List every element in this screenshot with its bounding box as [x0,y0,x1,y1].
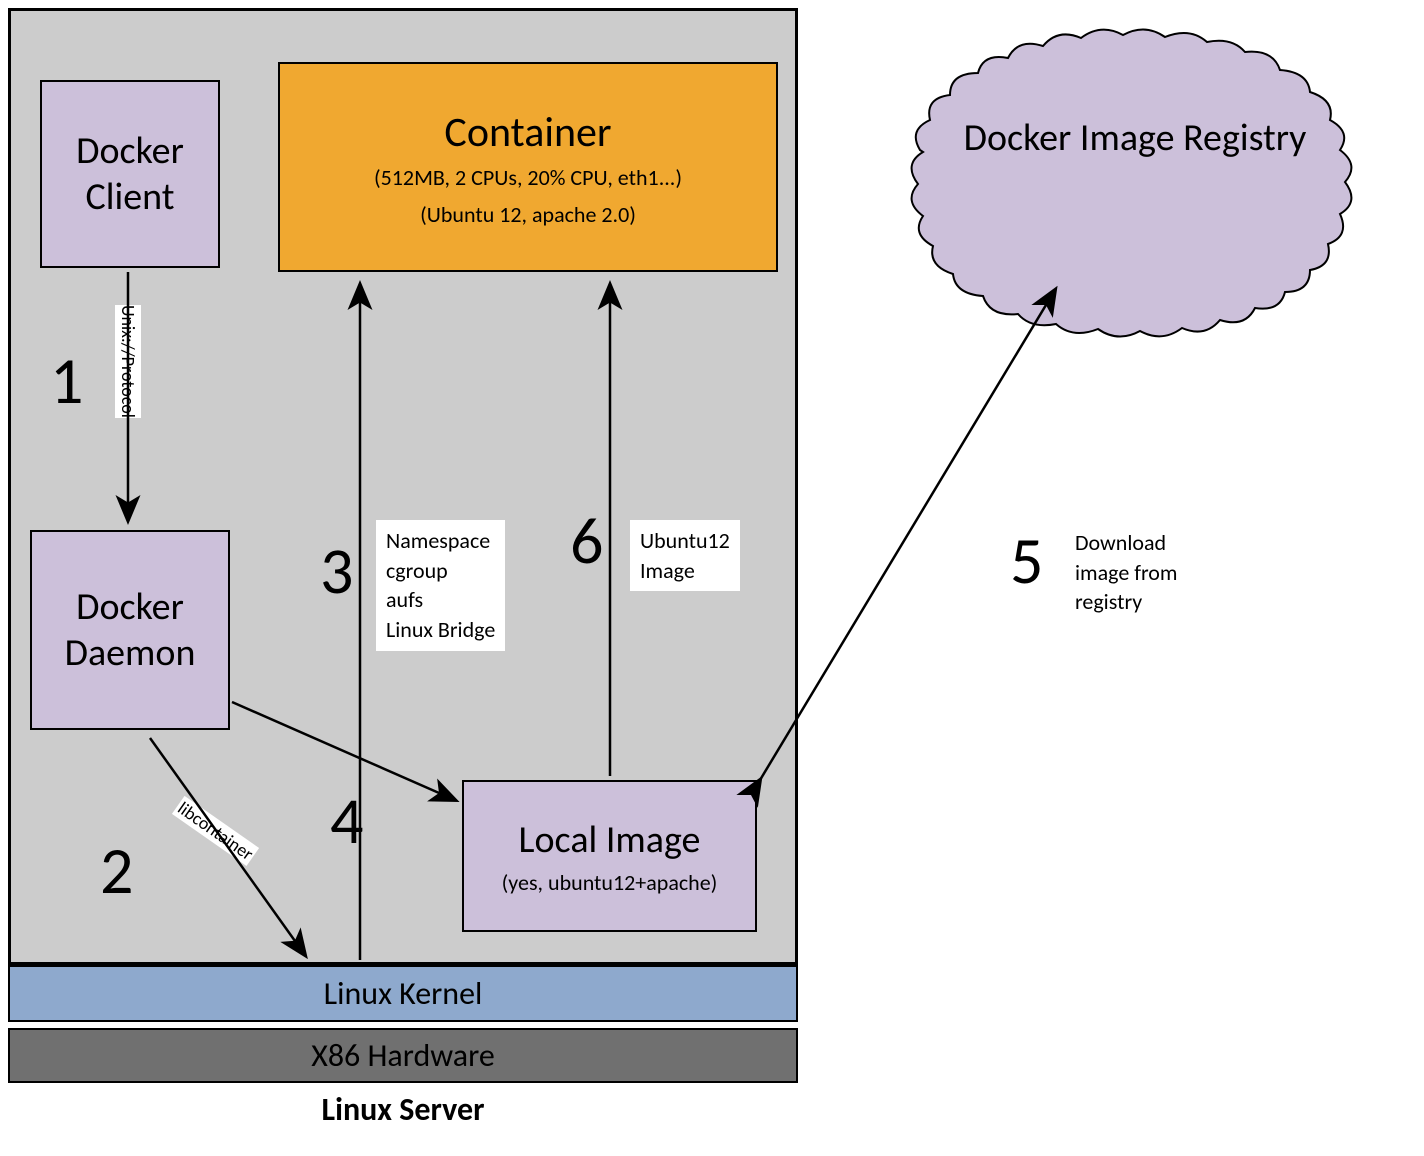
step-2: 2 [100,830,133,911]
local-image-title: Local Image [519,817,701,863]
unix-protocol-label: Unix://Protocol [115,305,141,418]
container-box: Container (512MB, 2 CPUs, 20% CPU, eth1.… [278,62,778,272]
step-6: 6 [570,500,603,581]
docker-daemon-box: Docker Daemon [30,530,230,730]
hardware-box: X86 Hardware [8,1028,798,1083]
step-3: 3 [320,530,353,611]
docker-daemon-line2: Daemon [65,630,196,676]
docker-architecture-diagram: Linux Kernel X86 Hardware Linux Server D… [0,0,1424,1156]
kernel-features-note: Namespace cgroup aufs Linux Bridge [376,520,505,651]
ubuntu-image-note: Ubuntu12 Image [630,520,740,591]
server-caption: Linux Server [8,1090,798,1129]
linux-kernel-box: Linux Kernel [8,965,798,1022]
container-stack: (Ubuntu 12, apache 2.0) [420,201,636,228]
registry-cloud-shape [912,29,1352,336]
docker-client-box: Docker Client [40,80,220,268]
step-4: 4 [330,780,363,861]
local-image-detail: (yes, ubuntu12+apache) [502,869,718,896]
container-title: Container [444,107,611,158]
local-image-box: Local Image (yes, ubuntu12+apache) [462,780,757,932]
container-specs: (512MB, 2 CPUs, 20% CPU, eth1...) [374,164,682,191]
linux-kernel-label: Linux Kernel [324,974,483,1013]
docker-daemon-line1: Docker [76,584,184,630]
step-5: 5 [1010,520,1043,601]
download-note: Download image from registry [1075,528,1177,617]
step-1: 1 [50,340,83,421]
docker-client-line2: Client [86,174,175,220]
docker-client-line1: Docker [76,128,184,174]
hardware-label: X86 Hardware [311,1036,495,1075]
registry-label: Docker Image Registry [920,115,1350,161]
